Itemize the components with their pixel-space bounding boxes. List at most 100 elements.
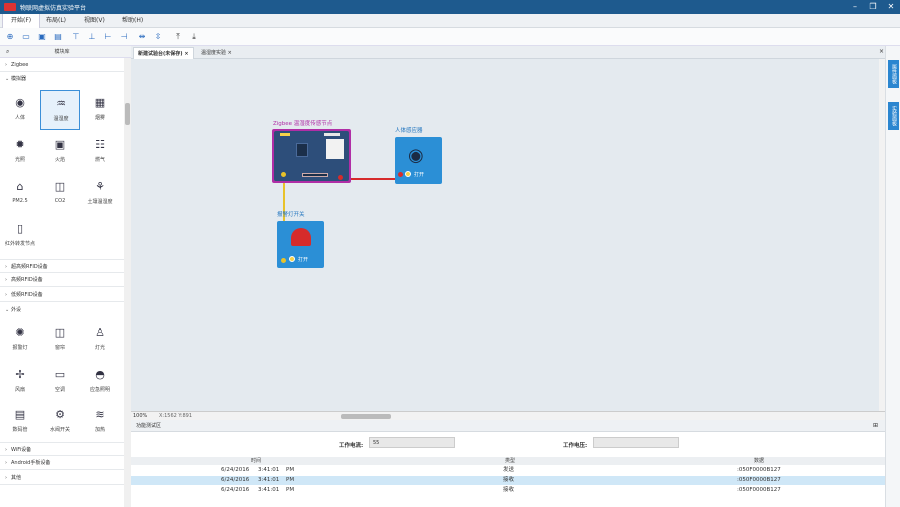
menu-view[interactable]: 视图(V)	[76, 14, 113, 28]
distribute-h-icon[interactable]: ⇹	[136, 31, 148, 43]
close-button[interactable]: ✕	[882, 0, 900, 14]
zoom-level[interactable]: 100%	[133, 413, 147, 419]
current-field[interactable]: 55	[369, 437, 455, 448]
module-library-panel: ⌕ 模块库 › Zigbee ⌄ 模拟器 ◉ 人体 ♒ 温湿度 ▦ 烟雾 ✹ 光照 ▣ 火焰 …	[0, 46, 131, 507]
valve-icon: ⚙	[55, 408, 65, 421]
module-emergency-light[interactable]: ◓ 应急照明	[80, 362, 120, 402]
module-lamp[interactable]: ♙ 灯光	[80, 320, 120, 360]
restore-button[interactable]: ❐	[864, 0, 882, 14]
human-sensor-node[interactable]: ◉ 打开	[395, 137, 442, 184]
voltage-field[interactable]	[593, 437, 679, 448]
current-label: 工作电流:	[339, 443, 364, 449]
board-label-icon	[280, 133, 290, 136]
save-as-icon[interactable]: ▤	[52, 31, 64, 43]
col-time: 时间	[251, 458, 262, 464]
power-icon[interactable]	[289, 256, 295, 262]
port-red-icon[interactable]	[398, 172, 403, 177]
table-row[interactable]: 6/24/2016 3:41:01 PM 发送 :050F0000B127	[131, 466, 885, 475]
alarm-light-node[interactable]: 打开	[277, 221, 324, 268]
scroll-thumb[interactable]	[125, 103, 130, 125]
open-icon[interactable]: ▭	[20, 31, 32, 43]
log-table-header: 时间 类型 数据	[131, 457, 885, 465]
module-curtain[interactable]: ◫ 窗帘	[40, 320, 80, 360]
section-lf-rfid[interactable]: › 低频RFID设备	[0, 288, 124, 302]
tab-new-testbench[interactable]: 新建试验台(未保存) ×	[133, 47, 194, 59]
table-row[interactable]: 6/24/2016 3:41:01 PM 接收 :050F0000B127	[131, 486, 885, 495]
module-co2[interactable]: ◫ CO2	[40, 174, 80, 214]
curtain-icon: ◫	[54, 326, 66, 339]
power-icon[interactable]	[405, 171, 411, 177]
module-pm25[interactable]: ⌂ PM2.5	[0, 174, 40, 214]
document-tabs: 新建试验台(未保存) × 温湿度实验 × ×	[131, 46, 885, 59]
port-red-icon[interactable]	[338, 175, 343, 180]
align-left-icon[interactable]: ⊢	[102, 31, 114, 43]
design-canvas[interactable]: Zigbee 温湿度传感节点 人体感应器 ◉ 打开 报警灯开关 打开	[131, 59, 885, 411]
house-icon: ⌂	[16, 180, 24, 193]
module-digital-tube[interactable]: ▤ 数码管	[0, 402, 40, 442]
cursor-coordinates: X:1562 Y:891	[159, 413, 193, 419]
table-row[interactable]: 6/24/2016 3:41:01 PM 接收 :050F0000B127	[131, 476, 885, 485]
new-icon[interactable]: ⊕	[4, 31, 16, 43]
title-bar: 物联网虚拟仿真实验平台 – ❐ ✕	[0, 0, 900, 14]
test-panel-header: 功能测试区	[131, 420, 885, 432]
board-brand-icon	[324, 133, 340, 136]
module-light[interactable]: ✹ 光照	[0, 132, 40, 172]
app-title: 物联网虚拟仿真实验平台	[20, 5, 87, 12]
air-conditioner-icon: ▭	[54, 368, 66, 381]
fan-icon: ✢	[15, 368, 25, 381]
module-alarm-light[interactable]: ✺ 报警灯	[0, 320, 40, 360]
section-peripherals[interactable]: ⌄ 外设	[0, 303, 124, 317]
close-document-icon[interactable]: ×	[879, 48, 884, 55]
close-icon[interactable]: ×	[184, 51, 188, 57]
menu-start[interactable]: 开始(F)	[2, 14, 41, 28]
distribute-v-icon[interactable]: ⇳	[152, 31, 164, 43]
mcu-chip-icon	[296, 143, 308, 157]
section-hf-rfid[interactable]: › 高频RFID设备	[0, 273, 124, 287]
zigbee-temp-humidity-node[interactable]	[272, 129, 351, 183]
port-yellow-icon[interactable]	[281, 172, 286, 177]
horizontal-scroll-thumb[interactable]	[341, 414, 391, 419]
module-fan[interactable]: ✢ 风扇	[0, 362, 40, 402]
align-top-icon[interactable]: ⊤	[70, 31, 82, 43]
save-icon[interactable]: ▣	[36, 31, 48, 43]
module-heater[interactable]: ≋ 加热	[80, 402, 120, 442]
human-sensor-icon: ◉	[408, 145, 424, 166]
module-water-valve[interactable]: ⚙ 水阀开关	[40, 402, 80, 442]
module-smoke[interactable]: ▦ 烟雾	[80, 90, 120, 130]
module-flame[interactable]: ▣ 火焰	[40, 132, 80, 172]
menu-help[interactable]: 帮助(H)	[114, 14, 151, 28]
section-zigbee[interactable]: › Zigbee	[0, 58, 124, 72]
port-yellow-icon[interactable]	[281, 258, 286, 263]
bring-front-icon[interactable]: ⤒	[172, 31, 184, 43]
section-uhf-rfid[interactable]: › 超高频RFID设备	[0, 259, 124, 273]
module-temp-humidity[interactable]: ♒ 温湿度	[40, 90, 80, 130]
section-simulator[interactable]: ⌄ 模拟器	[0, 72, 124, 86]
co2-icon: ◫	[54, 180, 66, 193]
app-window: 物联网虚拟仿真实验平台 – ❐ ✕ 开始(F) 布局(L) 视图(V) 帮助(H…	[0, 0, 900, 507]
tab-properties[interactable]: 属性面板	[888, 60, 899, 88]
connector-icon	[302, 173, 328, 177]
human-sensor-node-label: 人体感应器	[395, 128, 423, 134]
align-right-icon[interactable]: ⊣	[118, 31, 130, 43]
close-icon[interactable]: ×	[228, 50, 232, 56]
menu-layout[interactable]: 布局(L)	[38, 14, 74, 28]
tab-temp-humidity-experiment[interactable]: 温湿度实验 ×	[197, 47, 236, 59]
module-gas[interactable]: ☷ 燃气	[80, 132, 120, 172]
section-wifi[interactable]: › WiFi设备	[0, 442, 124, 456]
module-human[interactable]: ◉ 人体	[0, 90, 40, 130]
tab-experiment[interactable]: 实验面板	[888, 102, 899, 130]
align-bottom-icon[interactable]: ⊥	[86, 31, 98, 43]
section-android[interactable]: › Android手板设备	[0, 456, 124, 470]
pin-icon[interactable]: ⊞	[873, 422, 878, 429]
module-ac[interactable]: ▭ 空调	[40, 362, 80, 402]
module-ir-relay[interactable]: ▯ 红外转发节点	[0, 216, 40, 256]
function-test-panel: 功能测试区 ⊞ 工作电流: 55 工作电压: 时间 类型 数据 6/24/201…	[131, 420, 885, 507]
send-back-icon[interactable]: ⤓	[188, 31, 200, 43]
module-soil[interactable]: ⚘ 土壤温湿度	[80, 174, 120, 214]
flame-sensor-icon: ▣	[54, 138, 66, 151]
open-label: 打开	[298, 257, 309, 263]
left-panel-scrollbar[interactable]	[124, 58, 131, 507]
section-other[interactable]: › 其他	[0, 471, 124, 485]
app-logo-icon	[4, 3, 16, 11]
minimize-button[interactable]: –	[846, 0, 864, 14]
